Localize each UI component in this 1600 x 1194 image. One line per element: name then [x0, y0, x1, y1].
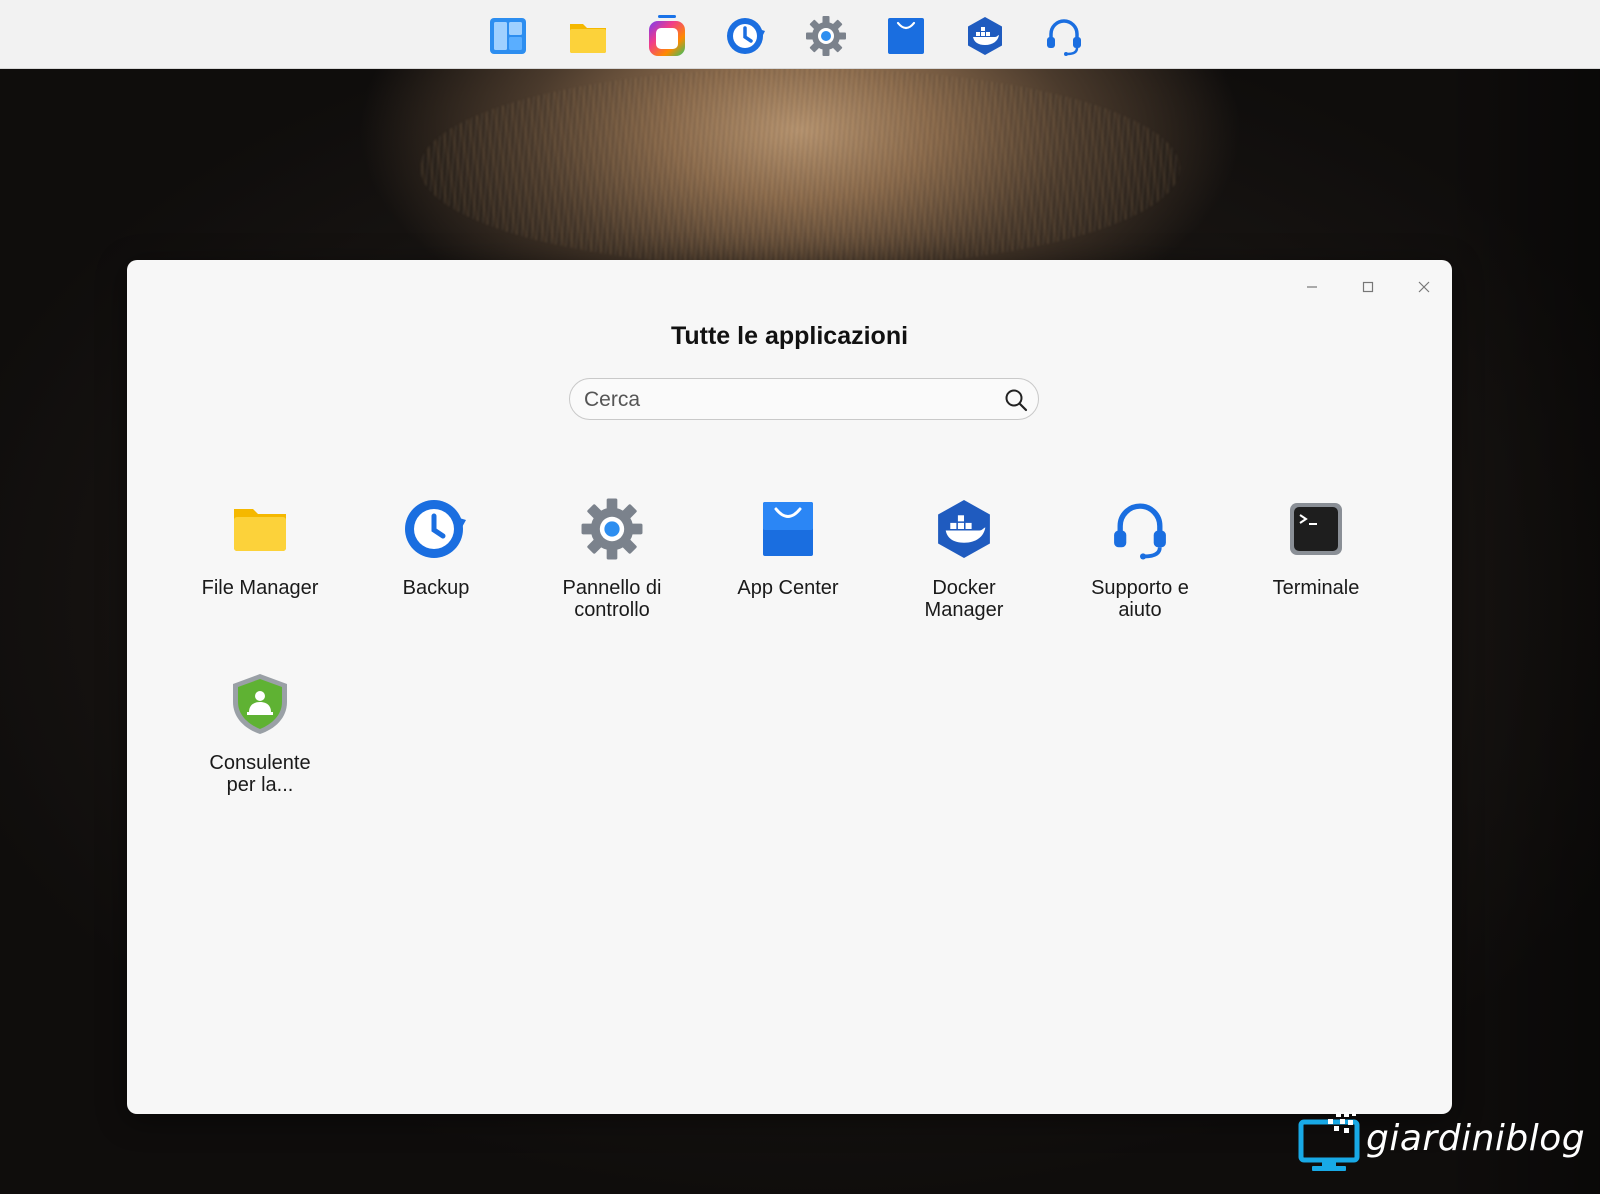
search-input[interactable] — [582, 379, 996, 421]
backup-icon — [405, 500, 466, 558]
app-label: Consulente per la... — [209, 752, 311, 796]
watermark-text: giardiniblog — [1366, 1118, 1586, 1159]
support-icon — [1047, 19, 1081, 56]
app-backup[interactable]: Backup — [348, 497, 524, 599]
support-icon — [1114, 503, 1166, 560]
dock-docker-manager[interactable] — [963, 14, 1007, 58]
close-icon — [1418, 281, 1430, 293]
top-dock — [0, 0, 1600, 69]
monitor-logo-icon — [1298, 1112, 1360, 1171]
maximize-icon — [1362, 281, 1374, 293]
wallpaper-shadow — [1440, 68, 1600, 1194]
app-label: Backup — [402, 577, 470, 599]
wallpaper-fur — [420, 68, 1180, 268]
app-docker-manager[interactable]: Docker Manager — [876, 497, 1052, 621]
app-support[interactable]: Supporto e aiuto — [1052, 497, 1228, 621]
search-box — [569, 378, 1039, 421]
dock-file-manager[interactable] — [566, 14, 610, 58]
backup-icon — [727, 18, 765, 54]
search-icon[interactable] — [1004, 388, 1028, 412]
dock-all-apps[interactable] — [645, 14, 689, 58]
dock-dashboard[interactable] — [486, 14, 530, 58]
dock-control-panel[interactable] — [804, 14, 848, 58]
watermark: giardiniblog — [1298, 1110, 1585, 1180]
app-security-advisor[interactable]: Consulente per la... — [172, 672, 348, 796]
file-manager-icon — [570, 24, 606, 53]
app-center-icon — [763, 502, 813, 556]
minimize-button[interactable] — [1295, 270, 1329, 304]
app-file-manager[interactable]: File Manager — [172, 497, 348, 599]
app-label: Supporto e aiuto — [1091, 577, 1189, 621]
control-panel-icon — [806, 16, 846, 56]
dock-backup[interactable] — [724, 14, 768, 58]
all-apps-window: Tutte le applicazioni File Manager Backu… — [127, 260, 1452, 1114]
app-control-panel[interactable]: Pannello di controllo — [524, 497, 700, 621]
app-app-center[interactable]: App Center — [700, 497, 876, 599]
app-label: Pannello di controllo — [562, 577, 662, 621]
app-center-icon — [888, 18, 924, 54]
docker-manager-icon — [968, 17, 1002, 55]
app-label: Docker Manager — [924, 577, 1004, 621]
security-advisor-icon — [233, 674, 287, 734]
dock-support[interactable] — [1042, 14, 1086, 58]
window-title: Tutte le applicazioni — [670, 322, 909, 350]
minimize-icon — [1307, 286, 1317, 288]
control-panel-icon — [581, 498, 643, 560]
app-terminal[interactable]: Terminale — [1228, 497, 1404, 599]
file-manager-icon — [234, 509, 286, 551]
app-label: App Center — [737, 577, 839, 599]
docker-manager-icon — [938, 500, 990, 558]
dock-app-center[interactable] — [884, 14, 928, 58]
maximize-button[interactable] — [1351, 270, 1385, 304]
dashboard-icon — [490, 18, 526, 54]
app-label: Terminale — [1272, 577, 1360, 599]
terminal-icon — [1290, 503, 1342, 555]
app-label: File Manager — [201, 577, 319, 599]
close-button[interactable] — [1407, 270, 1441, 304]
all-apps-icon — [649, 15, 685, 56]
